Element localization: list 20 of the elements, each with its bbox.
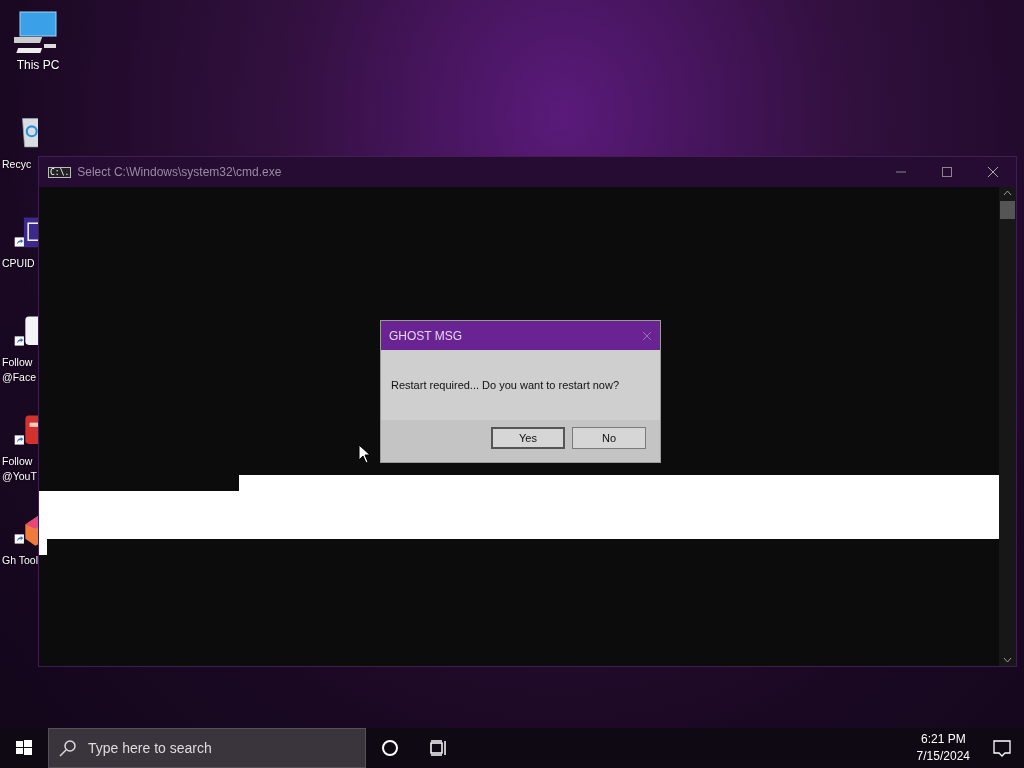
console-icon: C:\. [48, 166, 72, 178]
mouse-pointer-icon [358, 444, 372, 464]
scrollbar[interactable] [999, 187, 1016, 666]
icon-label: Follow @Face [2, 355, 37, 385]
icon-label: Follow @YouT [2, 454, 38, 484]
icon-label: Recyc [2, 157, 33, 172]
clock-date: 7/15/2024 [916, 748, 970, 765]
scroll-thumb[interactable] [1000, 201, 1015, 219]
search-field[interactable]: Type here to search [48, 728, 366, 768]
search-icon [58, 738, 78, 758]
dialog-button[interactable]: Yes [491, 427, 565, 449]
clock-time: 6:21 PM [920, 731, 966, 748]
dialog-button[interactable]: No [572, 427, 646, 449]
dialog-title: GHOST MSG [389, 328, 463, 343]
icon-label: Gh Tool [2, 553, 38, 568]
dialog-message: Restart required... Do you want to restart now? [391, 379, 620, 391]
icon-label: This PC [16, 58, 60, 73]
window-title: Select C:\Windows\system32\cmd.exe [77, 165, 283, 179]
clock[interactable]: 6:21 PM 7/15/2024 [906, 731, 980, 765]
icon-label: CPUID [2, 256, 36, 271]
